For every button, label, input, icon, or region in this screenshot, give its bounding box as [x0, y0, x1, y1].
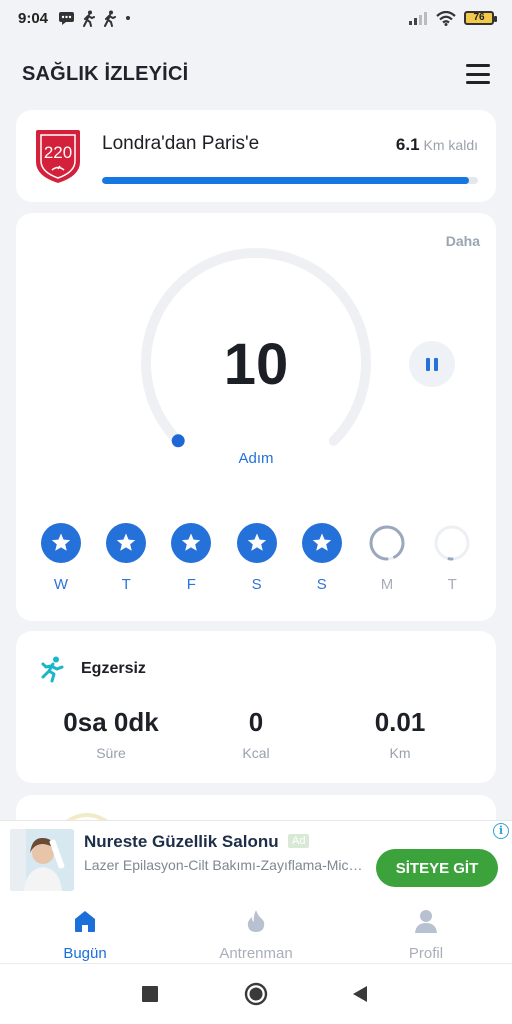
home-button[interactable] — [242, 980, 270, 1008]
signal-icon — [409, 12, 427, 25]
back-triangle-icon — [353, 986, 367, 1002]
more-link[interactable]: Daha — [446, 233, 480, 249]
day-indicator: W — [40, 523, 82, 593]
walking-icon — [83, 10, 96, 27]
home-icon — [75, 911, 95, 932]
page-title: SAĞLIK İZLEYİCİ — [22, 62, 189, 85]
system-icons: 76 — [408, 10, 497, 26]
ad-image — [10, 829, 74, 891]
hamburger-menu-icon[interactable] — [466, 64, 490, 84]
day-label: S — [251, 576, 262, 593]
challenge-card[interactable]: 220 Londra'dan Paris'e 6.1 Km kaldı — [16, 110, 496, 202]
star-badge-icon — [41, 523, 81, 563]
ad-title: Nureste Güzellik Salonu — [84, 832, 279, 851]
day-indicator: T — [105, 523, 147, 593]
nav-item-workout[interactable]: Antrenman — [196, 908, 316, 962]
back-button[interactable] — [346, 980, 374, 1008]
person-icon — [415, 910, 437, 933]
nav-item-today[interactable]: Bugün — [25, 908, 145, 962]
challenge-title: Londra'dan Paris'e — [102, 133, 260, 154]
nav-item-profile[interactable]: Profil — [366, 908, 486, 962]
more-notifications-icon — [126, 16, 131, 20]
flame-icon — [247, 910, 265, 932]
message-icon — [59, 11, 75, 25]
star-badge-icon — [301, 523, 342, 563]
star-badge-icon — [171, 523, 212, 563]
bottom-navigation: Bugün Antrenman Profil — [0, 898, 512, 964]
day-label: S — [316, 576, 327, 593]
nav-label: Antrenman — [219, 945, 293, 962]
exercise-title: Egzersiz — [81, 660, 146, 677]
status-time: 9:04 — [18, 9, 49, 27]
status-bar: 9:04 76 — [0, 0, 512, 36]
star-badge-icon — [106, 523, 147, 563]
day-indicator: S — [301, 523, 343, 593]
day-label: T — [447, 576, 457, 593]
pause-button[interactable] — [409, 341, 455, 387]
day-indicator: T — [431, 523, 473, 593]
challenge-progress-bar — [102, 177, 478, 184]
stat-label: Kcal — [242, 745, 270, 761]
stat-duration: 0sa 0dk Süre — [31, 707, 191, 761]
ad-tag: Ad — [288, 834, 310, 848]
day-label: T — [121, 576, 131, 593]
step-label: Adım — [238, 450, 274, 467]
stat-distance: 0.01 Km — [320, 707, 480, 761]
day-indicator: M — [366, 523, 408, 593]
app-header: SAĞLIK İZLEYİCİ — [0, 46, 512, 102]
challenge-badge-label: 220 — [44, 143, 72, 162]
ad-cta-button[interactable]: SİTEYE GİT — [376, 849, 498, 887]
walking-icon-2 — [104, 10, 117, 27]
stat-value: 0 — [248, 707, 264, 737]
steps-card: Daha 10 Adım WTFSSMT — [16, 213, 496, 621]
stat-calories: 0 Kcal — [176, 707, 336, 761]
square-icon — [142, 986, 158, 1002]
wifi-icon — [436, 10, 456, 26]
ad-info-icon[interactable]: i — [493, 823, 509, 839]
notification-icons — [58, 10, 132, 27]
day-indicator: F — [170, 523, 212, 593]
star-badge-icon — [236, 523, 277, 563]
gauge-progress-knob — [171, 434, 185, 448]
day-label: F — [186, 576, 196, 593]
remaining-unit: Km kaldı — [423, 137, 478, 153]
ad-banner[interactable]: Nureste Güzellik Salonu Ad Lazer Epilasy… — [0, 820, 512, 898]
day-label: W — [53, 576, 69, 593]
ad-description: Lazer Epilasyon-Cilt Bakımı-Zayıflama-Mi… — [84, 857, 366, 873]
recents-button[interactable] — [136, 980, 164, 1008]
nav-label: Profil — [408, 945, 444, 962]
nav-label: Bugün — [63, 945, 107, 962]
battery-icon: 76 — [464, 11, 497, 25]
exercise-card[interactable]: Egzersiz 0sa 0dk Süre 0 Kcal 0.01 Km — [16, 631, 496, 783]
remaining-distance: 6.1 Km kaldı — [396, 135, 478, 155]
day-progress-ring — [434, 525, 470, 561]
stat-value: 0sa 0dk — [63, 707, 159, 737]
running-icon — [41, 656, 64, 683]
day-progress-ring — [369, 525, 405, 561]
stat-value: 0.01 — [374, 707, 426, 737]
system-navigation-bar — [0, 964, 512, 1024]
challenge-badge-icon: 220 — [36, 130, 80, 183]
pause-icon — [426, 357, 430, 371]
stat-label: Süre — [96, 745, 126, 761]
day-indicator: S — [236, 523, 278, 593]
day-label: M — [380, 576, 394, 593]
challenge-progress-fill — [102, 177, 469, 184]
circle-icon — [244, 982, 268, 1006]
stat-label: Km — [389, 745, 411, 761]
remaining-value: 6.1 — [395, 135, 420, 154]
